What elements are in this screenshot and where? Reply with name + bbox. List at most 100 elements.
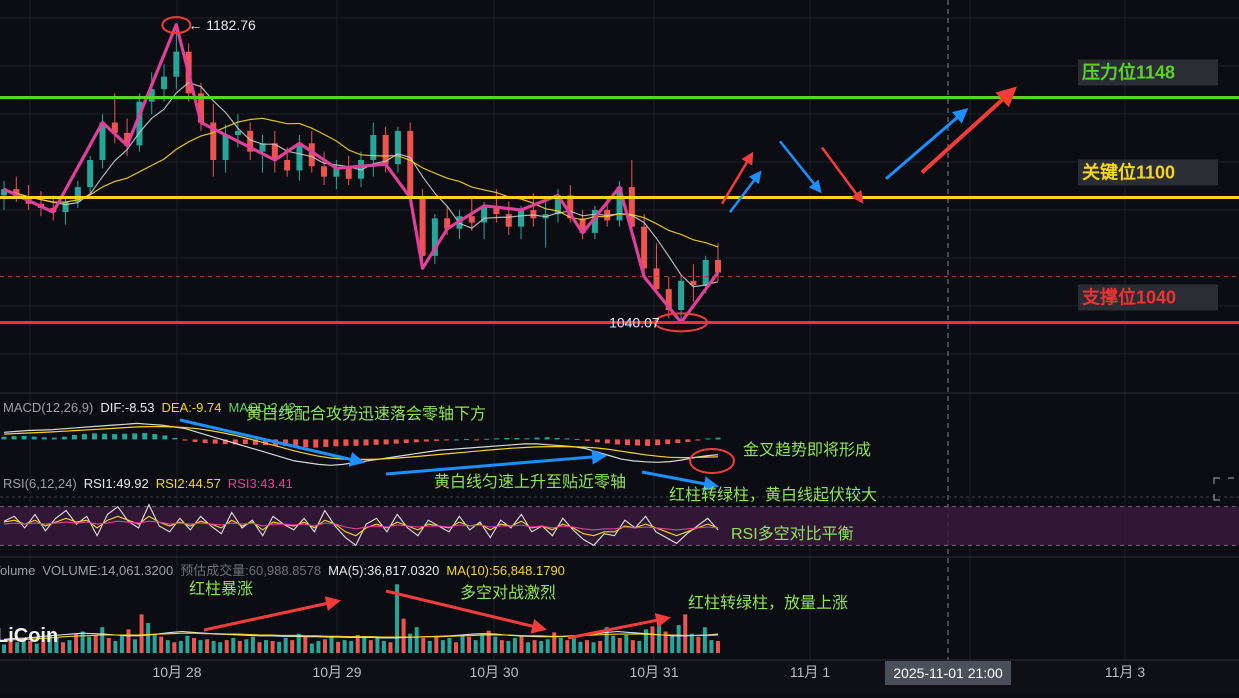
volume-bar (591, 642, 596, 653)
x-axis-crosshair-label: 2025-11-01 21:00 (885, 661, 1011, 685)
volume-bar (205, 639, 210, 653)
chart-background (0, 0, 1239, 693)
volume-bar (113, 640, 118, 653)
macd-bar (624, 439, 630, 446)
volume-bar (362, 637, 367, 653)
macd-bar (51, 437, 57, 440)
macd-bar (433, 439, 439, 441)
macd-bar (514, 438, 520, 440)
macd-bar (494, 438, 500, 440)
volume-bar (467, 636, 472, 653)
volume-bar (611, 635, 616, 653)
macd-bar (11, 436, 17, 440)
volume-bar (578, 641, 583, 653)
volume-bar (480, 633, 485, 653)
volume-bar (349, 640, 354, 653)
volume-bar (696, 636, 701, 653)
level-label-text: 压力位1148 (1082, 62, 1175, 83)
chart-canvas[interactable]: 压力位1148 关键位1100 支撑位1040 ← 1182.76 1040.07 MAC… (0, 0, 1239, 693)
macd-bar (172, 438, 178, 440)
volume-bar (191, 637, 196, 653)
volume-bar (126, 629, 131, 653)
volume-bar (100, 627, 105, 653)
rsi-band (0, 506, 1239, 546)
volume-bar (159, 636, 164, 653)
volume-bar (526, 642, 531, 653)
candle-body (284, 160, 291, 171)
macd-bar (323, 439, 329, 447)
macd-bar (212, 439, 218, 444)
volume-bar (139, 614, 144, 653)
macd-bar (313, 439, 319, 448)
volume-bar (375, 636, 380, 653)
macd-bar (675, 439, 681, 443)
volume-bar (178, 640, 183, 653)
volume-bar (133, 639, 138, 653)
volume-bar (670, 635, 675, 653)
x-tick-label: 11月 3 (1105, 664, 1145, 680)
volume-bar (624, 634, 629, 653)
macd-bar (373, 439, 379, 445)
level-label-1: 关键位1100 (1078, 159, 1218, 186)
candle-body (62, 201, 69, 213)
candle-body (222, 135, 229, 160)
macd-bar (192, 439, 198, 442)
volume-bar (172, 642, 177, 653)
volume-bar (80, 631, 85, 653)
volume-bar (264, 640, 269, 653)
candle-body (715, 260, 721, 273)
volume-bar (93, 634, 98, 653)
volume-bar (244, 639, 249, 653)
volume-bar (277, 641, 282, 653)
macd-bar (423, 439, 429, 442)
volume-bar (368, 640, 373, 653)
x-tick-label: 10月 31 (629, 664, 678, 680)
macd-header-item: DIF:-8.53 (100, 400, 154, 415)
volume-bar (453, 642, 458, 653)
annotation-6: 多空对战激烈 (460, 584, 556, 602)
macd-bar (464, 439, 470, 441)
macd-bar (393, 439, 399, 444)
annotation-5: 红柱暴涨 (189, 580, 253, 598)
macd-bar (162, 435, 168, 440)
volume-bar (519, 635, 524, 653)
candle-body (678, 280, 685, 310)
macd-bar (343, 439, 349, 446)
candle-body (296, 143, 303, 171)
candle-body (702, 260, 709, 285)
volume-bar (250, 636, 255, 653)
volume-bar (676, 625, 681, 653)
macd-bar (112, 434, 118, 440)
x-tick-label: 10月 29 (312, 664, 361, 680)
macd-bar (454, 439, 460, 441)
macd-header-item: DEA:-9.74 (162, 400, 222, 415)
volume-bar (440, 640, 445, 653)
volume-bar (283, 637, 288, 653)
macd-bar (132, 433, 138, 440)
macd-bar (655, 439, 661, 446)
volume-bar (67, 640, 72, 653)
volume-bar (211, 640, 216, 653)
candle-body (87, 160, 94, 188)
volume-bar (702, 627, 707, 653)
level-label-text: 关键位1100 (1082, 162, 1175, 183)
macd-bar (333, 439, 339, 447)
volume-bar (231, 637, 236, 653)
volume-bar (60, 642, 65, 653)
volume-bar (165, 640, 170, 653)
macd-bar (474, 439, 480, 441)
candle-body (653, 268, 660, 290)
volume-bar (552, 632, 557, 653)
candle-body (173, 51, 180, 77)
volume-bar (689, 633, 694, 653)
annotation-7: 红柱转绿柱，放量上涨 (688, 594, 848, 612)
volume-bar (598, 640, 603, 653)
x-axis-crosshair-text: 2025-11-01 21:00 (893, 665, 1003, 681)
volume-bar (290, 640, 295, 653)
volume-bar (401, 618, 406, 653)
rsi-header-item: RSI2:44.57 (156, 476, 221, 491)
candle-body (321, 166, 328, 177)
volume-bar (539, 640, 544, 653)
macd-bar (574, 438, 580, 440)
volume-bar (119, 635, 124, 653)
